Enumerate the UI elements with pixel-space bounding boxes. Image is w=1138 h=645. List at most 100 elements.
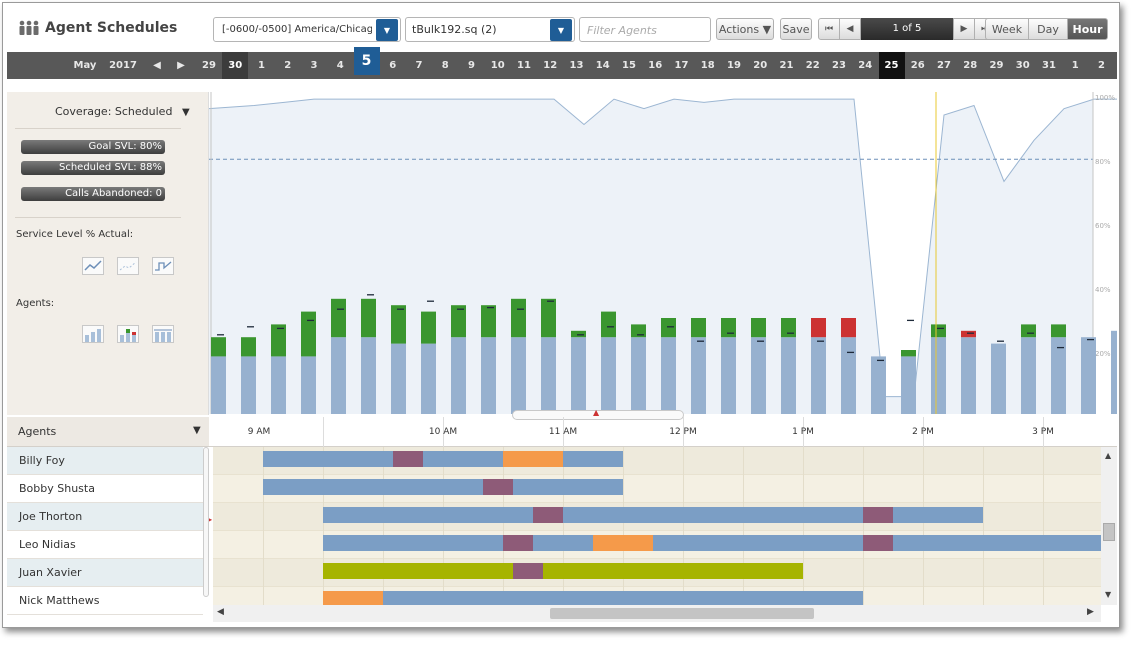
step-chart-icon[interactable] (152, 257, 174, 275)
date-cell[interactable]: 7 (406, 52, 432, 79)
date-cell[interactable]: 2 (1089, 52, 1115, 79)
work-shift-block[interactable] (423, 451, 503, 467)
work-shift-block[interactable] (383, 591, 863, 605)
prev-date-button[interactable]: ◀ (149, 52, 165, 79)
date-cell[interactable]: 18 (695, 52, 721, 79)
scroll-up-icon[interactable]: ▲ (1105, 451, 1111, 460)
break-shift-block[interactable] (863, 507, 893, 523)
horizontal-scrollbar[interactable]: ◀ ▶ (213, 605, 1101, 622)
date-cell[interactable]: 9 (459, 52, 485, 79)
date-cell[interactable]: 30 (222, 52, 249, 79)
date-cell[interactable]: 2 (275, 52, 301, 79)
agent-row[interactable]: Bobby Shusta (7, 475, 203, 503)
view-hour-button[interactable]: Hour (1067, 18, 1108, 40)
actions-button[interactable]: Actions ▼ (716, 18, 774, 40)
break-shift-block[interactable] (483, 479, 513, 495)
view-week-button[interactable]: Week (985, 18, 1029, 40)
break-shift-block[interactable] (863, 535, 893, 551)
stacked-bar-icon[interactable] (117, 325, 139, 343)
date-cell[interactable]: 31 (1036, 52, 1062, 79)
date-cell[interactable]: 13 (564, 52, 590, 79)
date-cell[interactable]: 29 (196, 52, 222, 79)
vertical-scroll-thumb[interactable] (1103, 523, 1115, 541)
agent-row[interactable]: Leo Nidias (7, 531, 203, 559)
agents-header[interactable]: Agents ▼ (7, 417, 209, 447)
line-chart-icon[interactable] (82, 257, 104, 275)
next-page-button[interactable]: ▶ (953, 18, 975, 40)
work-shift-block[interactable] (323, 535, 503, 551)
work-shift-block[interactable] (263, 479, 483, 495)
work-shift-block[interactable] (513, 479, 623, 495)
lunch-shift-block[interactable] (593, 535, 653, 551)
view-day-button[interactable]: Day (1028, 18, 1068, 40)
date-cell[interactable]: 27 (931, 52, 957, 79)
date-cell[interactable]: 29 (984, 52, 1010, 79)
date-cell[interactable]: 10 (485, 52, 511, 79)
training-shift-block[interactable] (543, 563, 803, 579)
scheduled-bar (361, 337, 376, 414)
agent-list-scrollbar[interactable] (203, 447, 209, 597)
next-date-button[interactable]: ▶ (173, 52, 189, 79)
chevron-down-icon[interactable]: ▼ (376, 19, 398, 41)
date-cell[interactable]: 16 (642, 52, 668, 79)
agent-row[interactable]: Billy Foy (7, 447, 203, 475)
break-shift-block[interactable] (533, 507, 563, 523)
date-cell[interactable]: 20 (747, 52, 773, 79)
grouped-bar-icon[interactable] (152, 325, 174, 343)
date-cell[interactable]: 21 (774, 52, 800, 79)
break-shift-block[interactable] (393, 451, 423, 467)
scroll-left-icon[interactable]: ◀ (217, 607, 224, 617)
break-shift-block[interactable] (503, 535, 533, 551)
file-select[interactable]: tBulk192.sq (2) ▼ (405, 17, 575, 42)
date-cell[interactable]: 24 (852, 52, 878, 79)
lunch-shift-block[interactable] (503, 451, 563, 467)
scatter-chart-icon[interactable] (117, 257, 139, 275)
scroll-right-icon[interactable]: ▶ (1087, 607, 1094, 617)
work-shift-block[interactable] (563, 507, 863, 523)
save-button[interactable]: Save (780, 18, 812, 40)
coverage-dropdown[interactable]: Coverage: Scheduled ▼ (55, 105, 190, 118)
work-shift-block[interactable] (893, 535, 1101, 551)
date-cell[interactable]: 26 (905, 52, 931, 79)
training-shift-block[interactable] (323, 563, 513, 579)
vertical-scrollbar[interactable]: ▲ ▼ (1101, 447, 1117, 605)
date-cell[interactable]: 8 (432, 52, 458, 79)
lunch-shift-block[interactable] (323, 591, 383, 605)
date-cell[interactable]: 19 (721, 52, 747, 79)
date-cell[interactable]: 22 (800, 52, 826, 79)
prev-page-button[interactable]: ◀ (839, 18, 861, 40)
date-cell[interactable]: 1 (249, 52, 275, 79)
date-cell[interactable]: 3 (301, 52, 327, 79)
work-shift-block[interactable] (893, 507, 983, 523)
date-cell[interactable]: 25 (878, 52, 905, 79)
date-cell[interactable]: 5 (353, 47, 380, 75)
agent-row[interactable]: Joe Thorton (7, 503, 203, 531)
date-cell[interactable]: 17 (669, 52, 695, 79)
date-cell[interactable]: 11 (511, 52, 537, 79)
date-cell[interactable]: 15 (616, 52, 642, 79)
work-shift-block[interactable] (323, 507, 533, 523)
date-cell[interactable]: 1 (1062, 52, 1088, 79)
break-shift-block[interactable] (513, 563, 543, 579)
date-cell[interactable]: 12 (537, 52, 563, 79)
horizontal-scroll-thumb[interactable] (550, 608, 814, 619)
work-shift-block[interactable] (263, 451, 393, 467)
bar-chart-icon[interactable] (82, 325, 104, 343)
chevron-down-icon[interactable]: ▼ (550, 19, 572, 41)
date-cell[interactable]: 30 (1010, 52, 1036, 79)
date-cell[interactable]: 4 (327, 52, 353, 79)
date-cell[interactable]: 23 (826, 52, 852, 79)
first-page-button[interactable]: ⏮ (818, 18, 840, 40)
work-shift-block[interactable] (563, 451, 623, 467)
date-cell[interactable]: 6 (380, 52, 406, 79)
work-shift-block[interactable] (533, 535, 593, 551)
grid-line (863, 447, 864, 605)
date-cell[interactable]: 14 (590, 52, 616, 79)
filter-agents-input[interactable]: Filter Agents (579, 17, 711, 42)
agent-row[interactable]: Nick Matthews (7, 587, 203, 615)
agent-row[interactable]: Juan Xavier (7, 559, 203, 587)
date-cell[interactable]: 28 (957, 52, 983, 79)
scroll-down-icon[interactable]: ▼ (1105, 590, 1111, 599)
timezone-select[interactable]: [-0600/-0500] America/Chicago ▼ (213, 17, 401, 42)
work-shift-block[interactable] (653, 535, 863, 551)
